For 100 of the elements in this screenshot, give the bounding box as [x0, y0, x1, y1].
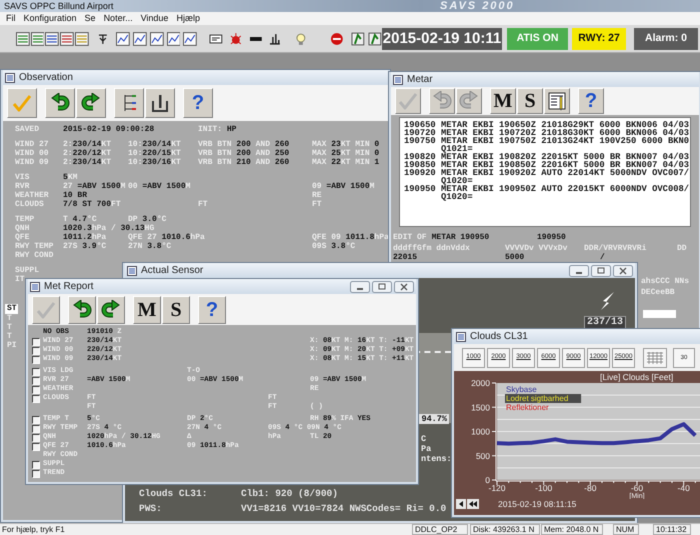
checkbox[interactable] [32, 386, 40, 394]
wind-readout: 237/13 [584, 316, 626, 329]
close-button[interactable] [394, 280, 414, 292]
checkbox[interactable] [32, 470, 40, 478]
window-icon [30, 282, 40, 292]
title-art-text: SAVS 2000 [440, 0, 515, 12]
checkbox[interactable] [32, 460, 40, 468]
line-chart-icon[interactable] [116, 32, 130, 46]
line-chart-icon[interactable] [150, 32, 164, 46]
field-label: SAVED [15, 125, 40, 134]
gauge-button[interactable] [145, 88, 175, 118]
chart-grid-icon[interactable] [60, 32, 74, 46]
menu-item[interactable]: Vindue [138, 14, 172, 23]
rewind-icon[interactable] [467, 499, 479, 509]
menu-item[interactable]: Fil [3, 14, 18, 23]
chart-grid-icon[interactable] [45, 32, 60, 46]
checkbox[interactable] [32, 424, 40, 432]
chart-grid-icon[interactable] [74, 32, 89, 46]
tick-label: 1500 [471, 402, 490, 412]
metar-message: 190850 METAR EKBI 190850Z 22016KT 5000 BR BKN007 04/03 [404, 161, 690, 169]
checkbox[interactable] [32, 442, 40, 450]
checkbox[interactable] [32, 394, 40, 402]
field-value: 2:220/12KT [63, 149, 112, 158]
previous-icon[interactable] [456, 499, 466, 509]
checkbox[interactable] [32, 338, 40, 346]
undo-button[interactable] [68, 296, 96, 324]
window-title: Actual Sensor [141, 266, 204, 276]
line-chart-icon[interactable] [183, 32, 198, 46]
field-label: RWY COND [15, 251, 54, 260]
input-field[interactable] [643, 310, 676, 318]
tick-label: 0 [485, 475, 490, 485]
tick-label: 500 [476, 450, 490, 461]
field-value: 27 =ABV 1500M [63, 182, 126, 191]
field-value: QFE 27 1010.6hPa [128, 233, 205, 242]
metar-message: Q1020= [440, 193, 473, 201]
help-button[interactable]: ? [578, 88, 604, 114]
tree-button[interactable] [114, 88, 144, 118]
bug-icon[interactable] [228, 32, 243, 46]
help-button[interactable]: ? [198, 296, 226, 324]
confirm-button[interactable] [7, 88, 37, 118]
checkbox[interactable] [32, 356, 40, 364]
letter-button[interactable]: S [517, 88, 543, 114]
status-pane: DDLC_OP2 [412, 524, 468, 535]
checkbox[interactable] [32, 416, 40, 424]
menu-item[interactable]: Se [82, 14, 99, 23]
line-chart-icon[interactable] [133, 32, 147, 46]
legend-label: Lodret sigtbarhed [506, 394, 568, 403]
undo-button[interactable] [45, 88, 75, 118]
figure-icon[interactable] [351, 32, 366, 46]
field-value: 1011.2hPa [63, 233, 106, 242]
field-value: 2:230/14KT [63, 158, 112, 167]
column-header: DD [677, 244, 687, 253]
field-label: PWS: [139, 503, 162, 514]
maximize-button[interactable] [591, 264, 611, 276]
line-chart-icon[interactable] [166, 32, 180, 46]
redo-button[interactable] [76, 88, 106, 118]
redo-arrow-icon [459, 91, 479, 111]
field-value: INIT: HP [198, 125, 236, 134]
menu-item[interactable]: Konfiguration [20, 14, 80, 23]
figure-icon[interactable] [368, 32, 382, 46]
checkbox[interactable] [32, 376, 40, 384]
field-label: TEMP [15, 215, 34, 224]
letter-button[interactable]: S [162, 296, 190, 324]
checkbox[interactable] [32, 368, 40, 376]
window-icon [5, 72, 15, 82]
minimize-button[interactable] [350, 280, 370, 292]
field-value: 5KM [63, 173, 78, 182]
help-button[interactable]: ? [183, 88, 213, 118]
metar-message: 190750 METAR EKBI 190750Z 21013G24KT 190V250 6000 BKN0 [404, 137, 690, 145]
field-label: EDIT OF [393, 233, 427, 242]
field-value: Clb1: 920 (8/900) [241, 488, 338, 499]
letter-button[interactable]: M [133, 296, 161, 324]
field-label: PI [6, 341, 17, 350]
field-label: CLOUDS [15, 200, 44, 209]
field-value: 10 BR [63, 191, 88, 200]
stop-icon[interactable] [330, 32, 344, 46]
menu-item[interactable]: Noter... [100, 14, 136, 23]
maximize-button[interactable] [372, 280, 392, 292]
close-button[interactable] [613, 264, 633, 276]
card-icon[interactable] [209, 32, 223, 46]
chart-grid-icon[interactable] [16, 32, 30, 46]
edit-button[interactable] [544, 88, 570, 114]
menu-item[interactable]: Hjælp [173, 14, 203, 23]
letter-button[interactable]: M [490, 88, 516, 114]
checkbox[interactable] [32, 346, 40, 354]
field-value: 22015 [393, 253, 418, 262]
column-header: VVVVDv VVVxDv [505, 244, 568, 253]
bar-chart-icon[interactable] [268, 32, 282, 46]
checkbox[interactable] [32, 434, 40, 442]
chart-grid-icon[interactable] [30, 32, 44, 46]
tick-label: -100 [535, 483, 552, 493]
minimize-button[interactable] [569, 264, 589, 276]
redo-button[interactable] [97, 296, 125, 324]
tick-label: 2000 [471, 378, 490, 388]
light-bulb-icon[interactable] [294, 32, 308, 46]
metar-message: 190720 METAR EKBI 190720Z 21018G30KT 6000 BKN006 04/03 [404, 129, 690, 137]
grid-button[interactable] [643, 348, 667, 368]
status-pane: 10:11:32 [653, 524, 691, 535]
metar-message: Q1021= [440, 145, 473, 153]
status-badge: Alarm: 0 [634, 28, 698, 50]
